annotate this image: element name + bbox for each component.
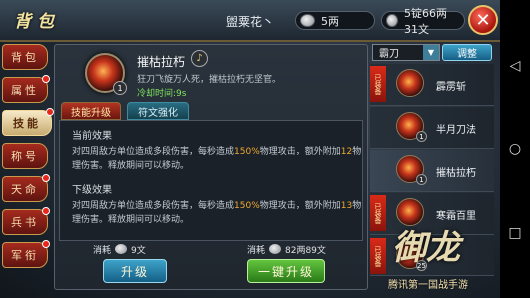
weapon-select-value: 霸刀 bbox=[379, 49, 399, 60]
current-effect-title: 当前效果 bbox=[72, 131, 112, 142]
skill-cooldown: 冷却时间:9s bbox=[137, 89, 187, 99]
notification-dot bbox=[46, 108, 54, 116]
header-bar: 背包 盥粟花丶 5两 5锭66两31文 ✕ bbox=[0, 0, 500, 42]
game-screen: 背包 盥粟花丶 5两 5锭66两31文 ✕ 背包 属性 技能 称号 天命 兵书 … bbox=[0, 0, 500, 298]
page-title: 背包 bbox=[14, 12, 60, 32]
skill-list-item[interactable]: 已装备 25 bbox=[370, 236, 494, 276]
effect-bonus: 13 bbox=[340, 201, 353, 211]
onekey-cost-value: 82两89文 bbox=[285, 246, 326, 256]
nav-tab-skills[interactable]: 技能 bbox=[2, 108, 54, 136]
effect-text: 物理攻击，额外附加 bbox=[259, 201, 341, 211]
skill-list-name: 霹雳斩 bbox=[436, 82, 466, 93]
adjust-button[interactable]: 调整 bbox=[442, 44, 492, 61]
home-icon[interactable]: ○ bbox=[507, 141, 523, 157]
silver-counter: 5两 bbox=[295, 11, 375, 30]
skill-level-badge: 1 bbox=[416, 131, 427, 142]
skill-list-item[interactable]: 已装备 霹雳斩 bbox=[370, 64, 494, 106]
player-name: 盥粟花丶 bbox=[226, 15, 275, 29]
skill-icon bbox=[396, 69, 424, 97]
nav-tab-label: 天命 bbox=[11, 183, 39, 196]
skill-type-icon: ♪ bbox=[191, 50, 208, 67]
skill-level-badge: 1 bbox=[416, 174, 427, 185]
nav-tab-attributes[interactable]: 属性 bbox=[2, 75, 50, 103]
silver-amount: 5两 bbox=[321, 14, 339, 28]
next-effect-title: 下级效果 bbox=[72, 185, 112, 196]
chevron-down-icon: ▼ bbox=[423, 45, 439, 60]
effect-text: 对四周敌方单位造成多段伤害，每秒造成 bbox=[72, 201, 235, 211]
notification-dot bbox=[42, 174, 50, 182]
next-effect-text: 对四周敌方单位造成多段伤害，每秒造成150%物理攻击，额外附加13物理伤害。释放… bbox=[72, 199, 362, 227]
nav-tab-title[interactable]: 称号 bbox=[2, 143, 48, 169]
effect-percent: 150% bbox=[234, 201, 260, 211]
logo-subtitle: 腾讯第一国战手游 bbox=[388, 280, 468, 291]
skill-level-badge: 25 bbox=[416, 260, 427, 271]
nav-tab-rank[interactable]: 军衔 bbox=[2, 240, 50, 268]
coin-icon bbox=[115, 244, 127, 254]
nav-tab-label: 属性 bbox=[11, 84, 39, 97]
nav-tab-war-book[interactable]: 兵书 bbox=[2, 207, 50, 235]
weapon-select[interactable]: 霸刀 ▼ bbox=[372, 44, 440, 61]
nav-tab-label: 称号 bbox=[11, 150, 39, 163]
skill-detail-panel: 1 摧枯拉朽 ♪ 狂刀飞旋万人死，摧枯拉朽无坚官。 冷却时间:9s 技能升级 符… bbox=[54, 44, 368, 290]
nav-tab-label: 兵书 bbox=[11, 216, 39, 229]
notification-dot bbox=[42, 240, 50, 248]
effect-text: 物理攻击，额外附加 bbox=[259, 147, 341, 157]
nav-tab-destiny[interactable]: 天命 bbox=[2, 174, 50, 202]
skill-list-name: 寒霜百里 bbox=[436, 211, 476, 222]
onekey-upgrade-button[interactable]: 一键升级 bbox=[247, 259, 325, 283]
gold-counter: 5锭66两31文 bbox=[381, 7, 465, 36]
gold-coin-icon bbox=[386, 14, 398, 27]
left-nav: 背包 属性 技能 称号 天命 兵书 军衔 bbox=[2, 44, 54, 275]
back-icon[interactable]: ◁ bbox=[507, 58, 523, 74]
close-icon: ✕ bbox=[475, 9, 491, 31]
upgrade-cost-label: 消耗 bbox=[93, 246, 112, 256]
skill-list-name: 半月刀法 bbox=[436, 125, 476, 136]
nav-tab-bag[interactable]: 背包 bbox=[2, 44, 48, 70]
equipped-ribbon: 已装备 bbox=[370, 238, 386, 274]
nav-tab-label: 技能 bbox=[13, 117, 41, 130]
skill-list-item[interactable]: 已装备 寒霜百里 bbox=[370, 193, 494, 235]
coin-icon bbox=[269, 244, 281, 254]
notification-dot bbox=[42, 75, 50, 83]
skill-list-item-selected[interactable]: 1 摧枯拉朽 bbox=[370, 150, 494, 192]
upgrade-button[interactable]: 升级 bbox=[103, 259, 167, 283]
onekey-cost-label: 消耗 bbox=[247, 246, 266, 256]
skill-icon bbox=[396, 198, 424, 226]
skill-level-badge: 1 bbox=[113, 81, 127, 95]
effect-percent: 150% bbox=[234, 147, 260, 157]
current-effect-text: 对四周敌方单位造成多段伤害，每秒造成150%物理攻击，额外附加12物理伤害。释放… bbox=[72, 145, 362, 173]
gold-amount: 5锭66两31文 bbox=[403, 6, 447, 36]
skill-list-item[interactable]: 1 半月刀法 bbox=[370, 107, 494, 149]
notification-dot bbox=[42, 207, 50, 215]
tab-skill-upgrade[interactable]: 技能升级 bbox=[61, 102, 121, 120]
equipped-ribbon: 已装备 bbox=[370, 66, 386, 102]
effect-text: 对四周敌方单位造成多段伤害，每秒造成 bbox=[72, 147, 235, 157]
equipped-ribbon: 已装备 bbox=[370, 195, 386, 231]
silver-coin-icon bbox=[300, 14, 315, 27]
close-button[interactable]: ✕ bbox=[468, 5, 498, 35]
tab-rune-enhance[interactable]: 符文强化 bbox=[127, 102, 189, 120]
nav-tab-label: 背包 bbox=[11, 51, 39, 64]
nav-tab-label: 军衔 bbox=[11, 249, 39, 262]
skill-description: 狂刀飞旋万人死，摧枯拉朽无坚官。 bbox=[137, 75, 282, 85]
upgrade-cost-value: 9文 bbox=[131, 246, 146, 256]
skill-list-name: 摧枯拉朽 bbox=[436, 168, 476, 179]
effect-bonus: 12 bbox=[340, 147, 353, 157]
recent-apps-icon[interactable]: □ bbox=[507, 225, 523, 241]
system-nav-bar: ◁ ○ □ bbox=[500, 0, 530, 298]
effect-box: 当前效果 对四周敌方单位造成多段伤害，每秒造成150%物理攻击，额外附加12物理… bbox=[59, 120, 363, 241]
skill-name: 摧枯拉朽 bbox=[137, 55, 186, 69]
